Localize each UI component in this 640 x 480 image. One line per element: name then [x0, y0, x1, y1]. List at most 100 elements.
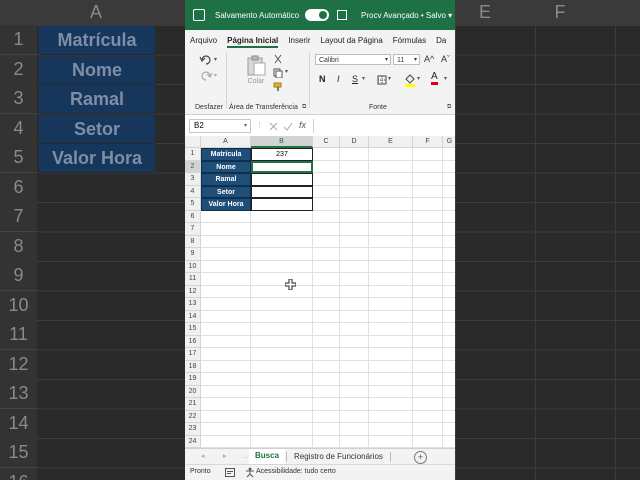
table-cell[interactable] — [443, 298, 455, 311]
table-cell[interactable] — [340, 260, 369, 273]
table-cell[interactable] — [413, 223, 443, 236]
scroll-right-icon[interactable]: ▸ — [223, 452, 227, 460]
column-header-d[interactable]: D — [340, 136, 369, 148]
table-cell[interactable] — [413, 310, 443, 323]
table-cell[interactable] — [369, 373, 413, 386]
table-cell[interactable] — [369, 348, 413, 361]
column-header-g[interactable]: G — [443, 136, 455, 148]
table-cell[interactable] — [340, 435, 369, 448]
column-header-b[interactable]: B — [251, 136, 313, 148]
redo-icon[interactable] — [199, 70, 213, 82]
table-cell[interactable] — [369, 173, 413, 186]
value-cell[interactable] — [251, 185, 313, 198]
row-header[interactable]: 4 — [185, 185, 201, 198]
table-cell[interactable] — [369, 273, 413, 286]
table-cell[interactable] — [443, 336, 455, 348]
row-header[interactable]: 9 — [185, 248, 201, 261]
shrink-font-button[interactable]: Aˇ — [441, 54, 450, 64]
table-cell[interactable] — [340, 360, 369, 373]
table-cell[interactable] — [443, 373, 455, 386]
table-cell[interactable] — [201, 273, 251, 286]
table-cell[interactable] — [443, 411, 455, 423]
table-cell[interactable] — [413, 298, 443, 311]
table-cell[interactable] — [443, 386, 455, 398]
table-cell[interactable] — [313, 348, 340, 361]
table-cell[interactable] — [251, 210, 313, 223]
tab-inserir[interactable]: Inserir — [288, 36, 310, 48]
table-cell[interactable] — [340, 160, 369, 173]
table-cell[interactable] — [251, 348, 313, 361]
underline-dropdown-icon[interactable]: ▾ — [362, 75, 365, 82]
font-color-button[interactable]: A — [431, 72, 438, 85]
table-cell[interactable] — [443, 211, 455, 223]
row-header[interactable]: 6 — [185, 210, 201, 223]
value-cell[interactable] — [251, 173, 313, 186]
value-cell[interactable]: 237 — [251, 148, 313, 161]
select-all-corner[interactable] — [185, 136, 201, 148]
row-header[interactable]: 22 — [185, 410, 201, 423]
row-header[interactable]: 19 — [185, 373, 201, 386]
table-cell[interactable] — [201, 410, 251, 423]
name-box[interactable]: B2 ▾ — [189, 119, 251, 133]
table-cell[interactable] — [340, 323, 369, 336]
cancel-icon[interactable] — [269, 122, 278, 131]
column-header-e[interactable]: E — [369, 136, 413, 148]
row-header[interactable]: 12 — [185, 285, 201, 298]
redo-dropdown-icon[interactable]: ▾ — [214, 72, 217, 79]
table-cell[interactable] — [443, 348, 455, 361]
table-cell[interactable] — [369, 248, 413, 261]
document-name[interactable]: Procv Avançado • Salvo ▾ — [361, 11, 452, 20]
table-cell[interactable] — [313, 185, 340, 198]
undo-dropdown-icon[interactable]: ▾ — [214, 56, 217, 63]
table-cell[interactable] — [443, 286, 455, 298]
table-cell[interactable] — [313, 398, 340, 411]
table-cell[interactable] — [369, 435, 413, 448]
table-cell[interactable] — [369, 385, 413, 398]
table-cell[interactable] — [201, 360, 251, 373]
table-cell[interactable] — [201, 210, 251, 223]
table-cell[interactable] — [443, 323, 455, 336]
label-cell[interactable]: Valor Hora — [201, 198, 251, 211]
row-header[interactable]: 21 — [185, 398, 201, 411]
table-cell[interactable] — [413, 210, 443, 223]
table-cell[interactable] — [413, 348, 443, 361]
table-cell[interactable] — [251, 385, 313, 398]
table-cell[interactable] — [413, 360, 443, 373]
label-cell[interactable]: Matrícula — [201, 148, 251, 161]
spreadsheet-grid[interactable]: A B C D E F G 1 Matrícula 237 2 Nome 3 Ramal 4 Setor 5 Va… — [185, 136, 455, 448]
label-cell[interactable]: Ramal — [201, 173, 251, 186]
table-cell[interactable] — [413, 285, 443, 298]
table-cell[interactable] — [369, 235, 413, 248]
table-cell[interactable] — [313, 335, 340, 348]
row-header[interactable]: 13 — [185, 298, 201, 311]
table-cell[interactable] — [251, 273, 313, 286]
table-cell[interactable] — [443, 161, 455, 173]
table-cell[interactable] — [340, 373, 369, 386]
table-cell[interactable] — [313, 210, 340, 223]
fill-color-dropdown-icon[interactable]: ▾ — [417, 75, 420, 82]
table-cell[interactable] — [413, 423, 443, 436]
table-cell[interactable] — [340, 235, 369, 248]
table-cell[interactable] — [413, 260, 443, 273]
row-header[interactable]: 8 — [185, 235, 201, 248]
add-sheet-button[interactable]: + — [414, 451, 427, 464]
table-cell[interactable] — [443, 248, 455, 261]
row-header[interactable]: 3 — [185, 173, 201, 186]
table-cell[interactable] — [251, 235, 313, 248]
table-cell[interactable] — [369, 423, 413, 436]
table-cell[interactable] — [340, 285, 369, 298]
table-cell[interactable] — [313, 198, 340, 211]
column-header-a[interactable]: A — [201, 136, 251, 148]
table-cell[interactable] — [313, 223, 340, 236]
cut-icon[interactable] — [273, 54, 283, 64]
table-cell[interactable] — [413, 248, 443, 261]
table-cell[interactable] — [313, 160, 340, 173]
table-cell[interactable] — [413, 335, 443, 348]
row-header[interactable]: 7 — [185, 223, 201, 236]
font-size-box[interactable]: 11 ▾ — [393, 54, 420, 65]
table-cell[interactable] — [313, 248, 340, 261]
table-cell[interactable] — [251, 248, 313, 261]
table-cell[interactable] — [413, 323, 443, 336]
tab-dados[interactable]: Da — [436, 36, 446, 48]
table-cell[interactable] — [443, 236, 455, 248]
